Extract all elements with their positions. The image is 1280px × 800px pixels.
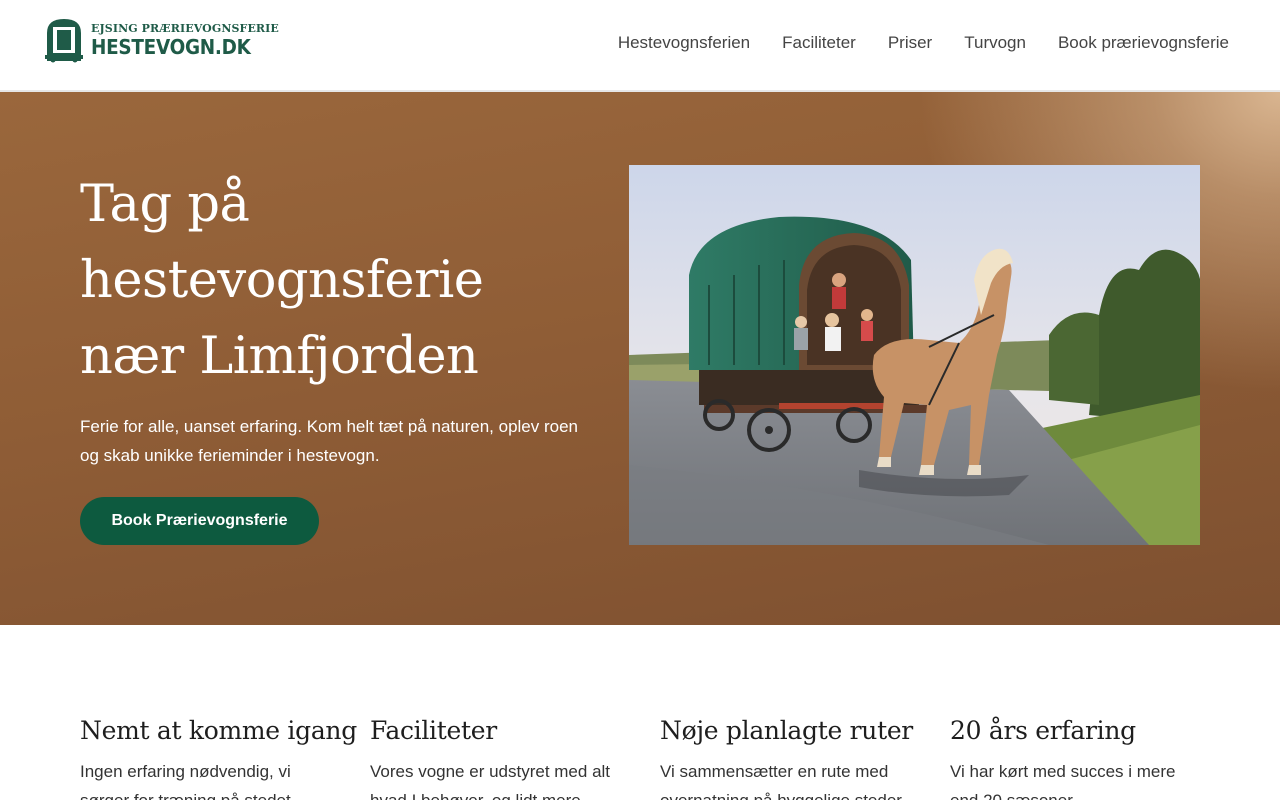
site-logo[interactable]: EJSING PRÆRIEVOGNSFERIE HESTEVOGN.DK [44, 16, 279, 64]
feature-item: 20 års erfaring Vi har kørt med succes i… [950, 716, 1240, 800]
feature-title: Nemt at komme igang [80, 716, 357, 745]
hero-description: Ferie for alle, uanset erfaring. Kom hel… [80, 417, 578, 465]
nav-item-book[interactable]: Book prærievognsferie [1058, 33, 1229, 53]
feature-text: Vi sammensætter en rute med overnatning … [660, 762, 902, 800]
feature-text: Vores vogne er udstyret med alt hvad I b… [370, 762, 611, 800]
feature-text: Vi har kørt med succes i mere end 20 sæs… [950, 762, 1176, 800]
horse-wagon-photo [629, 165, 1200, 545]
nav-item-turvogn[interactable]: Turvogn [964, 33, 1026, 53]
main-nav: Hestevognsferien Faciliteter Priser Turv… [618, 33, 1229, 53]
logo-title: HESTEVOGN.DK [91, 35, 251, 59]
feature-item: Faciliteter Vores vogne er udstyret med … [370, 716, 660, 800]
features-section: Nemt at komme igang Ingen erfaring nødve… [80, 716, 1240, 800]
nav-item-priser[interactable]: Priser [888, 33, 932, 53]
hero-title: Tag på hestevognsferie nær Limfjorden [80, 175, 484, 386]
feature-item: Nemt at komme igang Ingen erfaring nødve… [80, 716, 370, 800]
horse-wagon-illustration [629, 165, 1200, 545]
logo-tagline: EJSING PRÆRIEVOGNSFERIE [91, 22, 279, 35]
feature-item: Nøje planlagte ruter Vi sammensætter en … [660, 716, 950, 800]
wagon-logo-icon [44, 17, 84, 63]
feature-title: Nøje planlagte ruter [660, 716, 913, 745]
logo-wordmark: EJSING PRÆRIEVOGNSFERIE HESTEVOGN.DK [91, 23, 279, 57]
book-prairie-wagon-button[interactable]: Book Prærievognsferie [80, 497, 319, 545]
feature-text: Ingen erfaring nødvendig, vi sørger for … [80, 762, 291, 800]
nav-item-hestevognsferien[interactable]: Hestevognsferien [618, 33, 750, 53]
feature-title: 20 års erfaring [950, 716, 1136, 745]
hero-section: Tag på hestevognsferie nær Limfjorden Fe… [0, 92, 1280, 625]
nav-item-faciliteter[interactable]: Faciliteter [782, 33, 856, 53]
feature-title: Faciliteter [370, 716, 497, 745]
site-header: EJSING PRÆRIEVOGNSFERIE HESTEVOGN.DK Hes… [0, 0, 1280, 92]
